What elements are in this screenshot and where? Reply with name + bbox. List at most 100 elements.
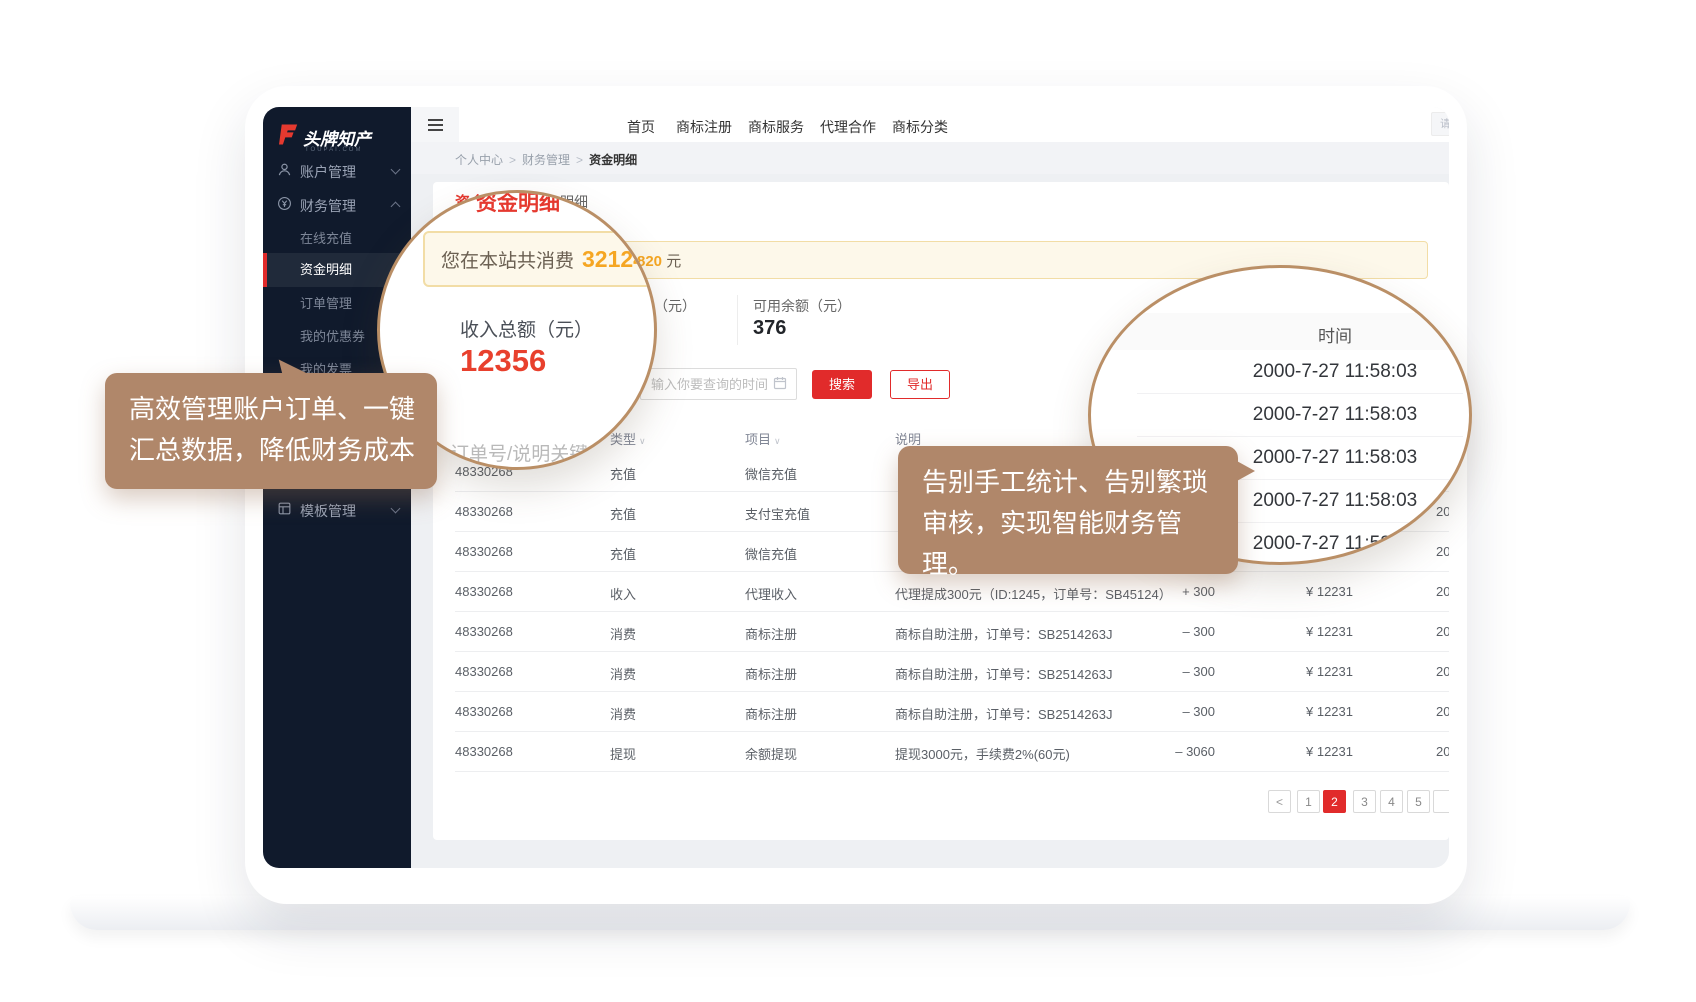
nav-agent-coop[interactable]: 代理合作 bbox=[820, 117, 876, 137]
table-row[interactable]: 48330268 消费 商标注册 商标自助注册，订单号：SB2514263J –… bbox=[455, 612, 1449, 652]
magnified-income-value: 12356 bbox=[460, 343, 546, 379]
magnified-banner: 您在本站共消费32124 bbox=[423, 231, 657, 287]
template-icon bbox=[277, 501, 292, 519]
project-cell: 余额提现 bbox=[745, 744, 797, 763]
breadcrumb-current: 资金明细 bbox=[589, 153, 637, 167]
nav-home[interactable]: 首页 bbox=[627, 117, 655, 137]
magnified-amount: 32124 bbox=[582, 246, 646, 272]
project-cell: 商标注册 bbox=[745, 624, 797, 643]
callout-left: 高效管理账户订单、一键 汇总数据，降低财务成本 bbox=[105, 373, 437, 489]
sidebar-item-label: 账户管理 bbox=[300, 162, 356, 182]
type-cell: 消费 bbox=[610, 704, 636, 723]
top-navbar: 首页 商标注册 商标服务 代理合作 商标分类 bbox=[411, 107, 1449, 143]
order-cell: 48330268 bbox=[455, 704, 513, 719]
brand-logo[interactable]: 头牌知产 TOUPAI.COM bbox=[279, 123, 399, 151]
calendar-icon bbox=[773, 376, 787, 395]
sidebar-item-label: 模板管理 bbox=[300, 501, 356, 521]
order-cell: 48330268 bbox=[455, 584, 513, 599]
stat-middle-label-fragment: （元） bbox=[654, 296, 696, 316]
breadcrumb: 个人中心>财务管理>资金明细 bbox=[455, 151, 637, 168]
chevron-down-icon bbox=[391, 504, 401, 514]
table-row[interactable]: 48330268 提现 余额提现 提现3000元，手续费2%(60元) – 30… bbox=[455, 732, 1449, 772]
sidebar-item-online-recharge[interactable]: 在线充值 bbox=[263, 222, 411, 256]
sort-icon[interactable]: ∨ bbox=[639, 436, 646, 446]
type-cell: 消费 bbox=[610, 624, 636, 643]
page-button-3[interactable]: 3 bbox=[1353, 790, 1376, 813]
desc-cell: 商标自助注册，订单号：SB2514263J bbox=[895, 704, 1112, 723]
magnified-time-row: 2000-7-27 11:58:03 bbox=[1137, 393, 1463, 437]
callout-tail bbox=[279, 353, 310, 381]
breadcrumb-item[interactable]: 财务管理 bbox=[522, 153, 570, 167]
nav-trademark-register[interactable]: 商标注册 bbox=[676, 117, 732, 137]
magnified-income-label: 收入总额（元） bbox=[460, 315, 593, 342]
chevron-down-icon bbox=[391, 165, 401, 175]
magnified-keyword-fragment: 订单号/说明关键字 bbox=[450, 439, 607, 466]
time-cell: 2000-7-27 11:58:03 bbox=[1436, 624, 1449, 639]
project-cell: 代理收入 bbox=[745, 584, 797, 603]
project-cell: 微信充值 bbox=[745, 464, 797, 483]
amount-cell: – 300 bbox=[1115, 704, 1215, 719]
order-cell: 48330268 bbox=[455, 624, 513, 639]
table-row[interactable]: 48330268 消费 商标注册 商标自助注册，订单号：SB2514263J –… bbox=[455, 652, 1449, 692]
breadcrumb-item[interactable]: 个人中心 bbox=[455, 153, 503, 167]
sidebar-item-finance[interactable]: 财务管理 bbox=[263, 188, 411, 220]
table-row[interactable]: 48330268 消费 商标注册 商标自助注册，订单号：SB2514263J –… bbox=[455, 692, 1449, 732]
page: 头牌知产 TOUPAI.COM 账户管理 财务管理 在线充值 bbox=[0, 0, 1696, 1002]
type-cell: 充值 bbox=[610, 464, 636, 483]
breadcrumb-band: 个人中心>财务管理>资金明细 bbox=[411, 142, 1449, 174]
type-cell: 充值 bbox=[610, 504, 636, 523]
sort-icon[interactable]: ∨ bbox=[774, 436, 781, 446]
page-button-1[interactable]: 1 bbox=[1297, 790, 1320, 813]
order-cell: 48330268 bbox=[455, 544, 513, 559]
type-cell: 收入 bbox=[610, 584, 636, 603]
pagination: < 1 2 3 4 5 bbox=[263, 790, 1449, 818]
project-cell: 支付宝充值 bbox=[745, 504, 810, 523]
export-button[interactable]: 导出 bbox=[890, 370, 950, 399]
hamburger-icon bbox=[428, 119, 443, 121]
amount-cell: + 300 bbox=[1115, 584, 1215, 599]
finance-icon bbox=[277, 196, 292, 214]
header-project[interactable]: 项目∨ bbox=[745, 429, 781, 448]
order-cell: 48330268 bbox=[455, 504, 513, 519]
magnified-tab-fragment: 资金明细 bbox=[476, 190, 560, 217]
magnified-time-row: 2000-7-27 11:58:03 bbox=[1137, 350, 1463, 394]
prev-page-button[interactable]: < bbox=[1268, 790, 1291, 813]
menu-toggle[interactable] bbox=[411, 107, 459, 142]
amount-cell: – 300 bbox=[1115, 624, 1215, 639]
sidebar-item-label: 财务管理 bbox=[300, 196, 356, 216]
header-type[interactable]: 类型∨ bbox=[610, 429, 646, 448]
brand-logo-icon bbox=[279, 133, 299, 150]
magnified-time-header: 时间 bbox=[1201, 322, 1469, 347]
desc-cell: 商标自助注册，订单号：SB2514263J bbox=[895, 624, 1112, 643]
callout-tail bbox=[1235, 460, 1255, 482]
type-cell: 提现 bbox=[610, 744, 636, 763]
project-cell: 商标注册 bbox=[745, 664, 797, 683]
sidebar-item-account[interactable]: 账户管理 bbox=[263, 154, 411, 186]
page-button-2-active[interactable]: 2 bbox=[1323, 790, 1346, 813]
amount-cell: – 300 bbox=[1115, 664, 1215, 679]
project-cell: 微信充值 bbox=[745, 544, 797, 563]
brand-subtitle: TOUPAI.COM bbox=[305, 147, 362, 153]
user-icon bbox=[277, 162, 292, 180]
balance-label: 可用余额（元） bbox=[753, 296, 851, 316]
balance-cell: ¥ 12231 bbox=[1293, 704, 1353, 719]
balance-value: 376 bbox=[753, 317, 786, 340]
stat-divider bbox=[737, 295, 738, 345]
time-cell: 2000-7-27 11:58:03 bbox=[1436, 664, 1449, 679]
search-button[interactable]: 搜索 bbox=[812, 370, 872, 399]
callout-right: 告别手工统计、告别繁琐 审核，实现智能财务管 理。 bbox=[898, 446, 1238, 574]
nav-trademark-category[interactable]: 商标分类 bbox=[892, 117, 948, 137]
desc-cell: 提现3000元，手续费2%(60元) bbox=[895, 744, 1070, 763]
balance-cell: ¥ 12231 bbox=[1293, 744, 1353, 759]
nav-trademark-service[interactable]: 商标服务 bbox=[748, 117, 804, 137]
search-input[interactable] bbox=[1431, 112, 1449, 136]
page-button-5[interactable]: 5 bbox=[1407, 790, 1430, 813]
sidebar-item-template[interactable]: 模板管理 bbox=[263, 493, 411, 525]
amount-cell: – 3060 bbox=[1115, 744, 1215, 759]
project-cell: 商标注册 bbox=[745, 704, 797, 723]
time-cell: 2000-7-27 11:58:03 bbox=[1436, 704, 1449, 719]
page-button-4[interactable]: 4 bbox=[1380, 790, 1403, 813]
next-page-button-cut[interactable] bbox=[1433, 790, 1449, 813]
chevron-up-icon bbox=[391, 202, 401, 212]
time-cell: 2000-7-27 11:58:03 bbox=[1436, 584, 1449, 599]
